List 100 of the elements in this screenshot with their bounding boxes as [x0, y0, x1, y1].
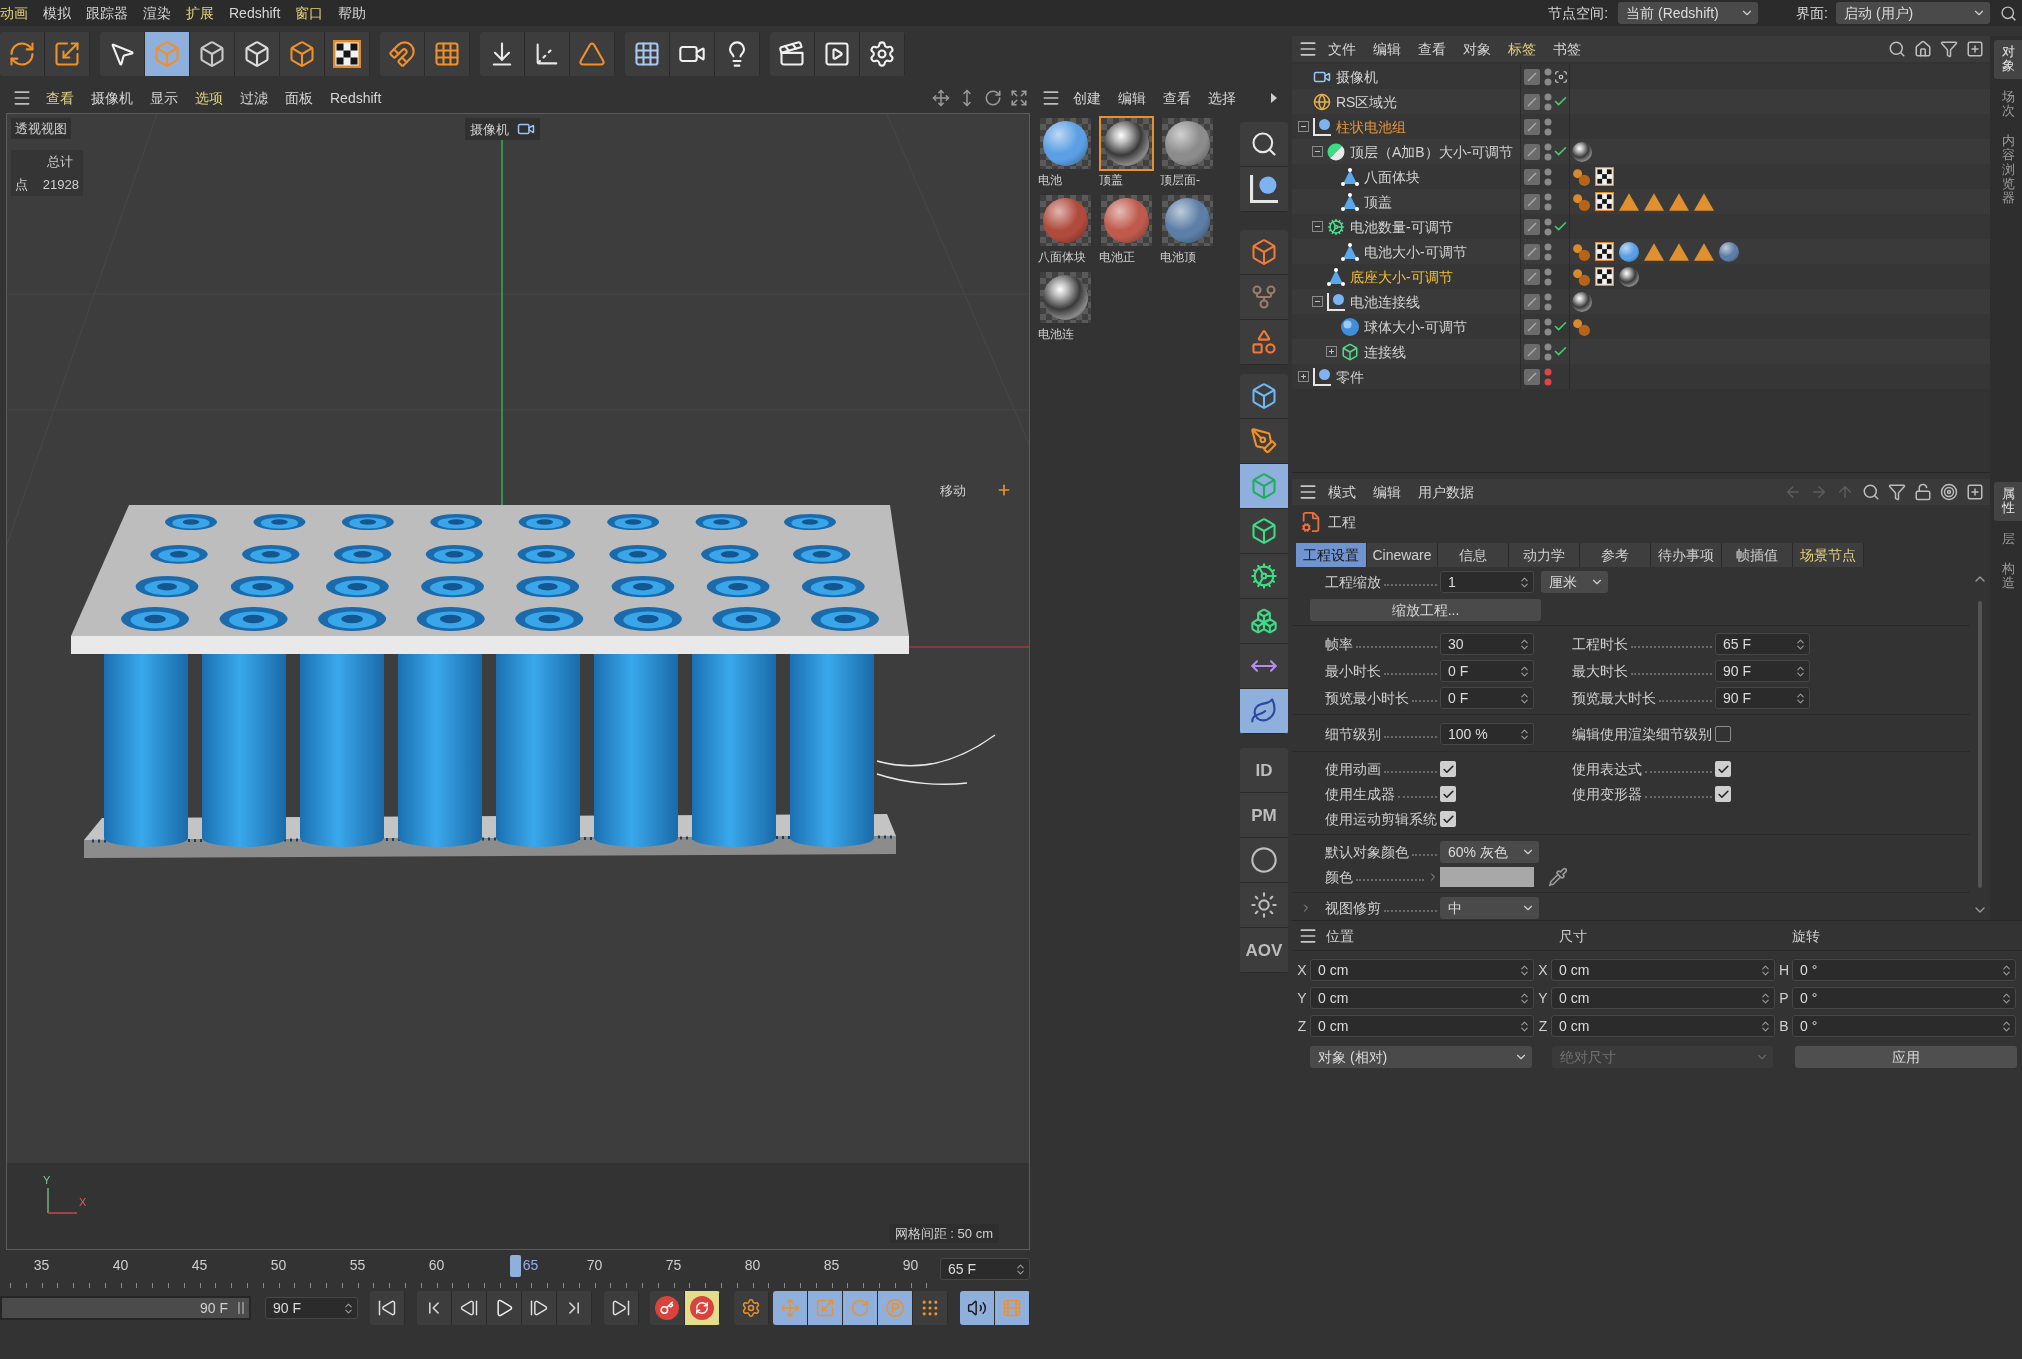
minus-box-icon[interactable] — [1312, 296, 1323, 307]
tool-button[interactable] — [815, 32, 860, 76]
tool-button[interactable] — [1240, 374, 1288, 419]
tool-button[interactable] — [1240, 419, 1288, 464]
tool-button[interactable]: ID — [1240, 748, 1288, 793]
tool-button[interactable] — [280, 32, 325, 76]
menu-item[interactable]: 窗口 — [295, 6, 324, 20]
tool-button[interactable] — [808, 1291, 843, 1325]
focus-icon[interactable] — [1554, 69, 1568, 84]
object-name[interactable]: 球体大小-可调节 — [1364, 319, 1467, 334]
number-field[interactable]: 30 — [1440, 633, 1534, 655]
rotate-icon[interactable] — [984, 88, 1002, 107]
menu-item[interactable]: 创建 — [1073, 90, 1101, 105]
menu-item[interactable]: 动画 — [0, 6, 28, 20]
visibility-dots-icon[interactable] — [1544, 167, 1552, 186]
object-row[interactable]: 电池连接线 — [1292, 289, 1990, 314]
menu-item[interactable]: 查看 — [1163, 90, 1191, 105]
number-field[interactable]: 0 cm — [1551, 1015, 1775, 1037]
slashed-square-icon[interactable] — [1524, 293, 1540, 310]
tool-button[interactable] — [45, 32, 90, 76]
number-field[interactable]: 0 cm — [1310, 1015, 1534, 1037]
number-field[interactable]: 0 F — [1440, 660, 1534, 682]
plus-box-icon[interactable] — [1326, 346, 1337, 357]
side-tab[interactable]: 内容浏览器 — [1994, 129, 2022, 211]
tool-button[interactable] — [487, 1291, 522, 1325]
menu-item[interactable]: 显示 — [150, 90, 178, 105]
number-field[interactable]: 0 F — [1440, 687, 1534, 709]
checkbox[interactable] — [1715, 761, 1731, 777]
search-icon[interactable] — [2000, 4, 2017, 22]
spinner-icon[interactable] — [1518, 727, 1531, 741]
tool-button[interactable] — [685, 1291, 720, 1325]
menu-item[interactable]: 文件 — [1328, 42, 1356, 56]
visibility-dots-icon[interactable] — [1544, 367, 1552, 386]
tool-button[interactable] — [100, 32, 145, 76]
object-name[interactable]: 顶盖 — [1364, 194, 1392, 209]
range-fill[interactable]: 90 F — [2, 1298, 249, 1318]
spinner-icon[interactable] — [1794, 691, 1807, 705]
checkbox[interactable] — [1440, 786, 1456, 802]
menu-icon[interactable] — [1298, 39, 1318, 59]
tool-button[interactable] — [913, 1291, 948, 1325]
expand-icon[interactable] — [1010, 88, 1028, 107]
material-name[interactable]: 顶层面- — [1160, 174, 1215, 186]
tool-button[interactable] — [190, 32, 235, 76]
number-field[interactable]: 90 F — [265, 1297, 358, 1319]
slashed-square-icon[interactable] — [1524, 143, 1540, 160]
plus-square-icon[interactable] — [1966, 40, 1984, 58]
slashed-square-icon[interactable] — [1524, 368, 1540, 385]
scale-project-button[interactable]: 缩放工程... — [1310, 599, 1541, 621]
menu-item[interactable]: 标签 — [1508, 42, 1536, 56]
slashed-square-icon[interactable] — [1524, 118, 1540, 135]
visibility-dots-icon[interactable] — [1544, 117, 1552, 136]
tool-button[interactable] — [670, 32, 715, 76]
tool-button[interactable] — [604, 1291, 639, 1325]
object-row[interactable]: 顶层（A加B）大小-可调节 — [1292, 139, 1990, 164]
object-row[interactable]: RS区域光 — [1292, 89, 1990, 114]
side-tab[interactable]: 对象 — [1994, 40, 2022, 79]
tool-button[interactable] — [0, 32, 45, 76]
slashed-square-icon[interactable] — [1524, 218, 1540, 235]
tool-button[interactable] — [1240, 554, 1288, 599]
number-field[interactable]: 65 F — [1715, 633, 1810, 655]
menu-item[interactable]: 摄像机 — [91, 90, 133, 105]
menu-item[interactable]: Redshift — [330, 90, 382, 105]
menu-item[interactable]: 模式 — [1328, 485, 1356, 499]
menu-item[interactable]: 对象 — [1463, 42, 1491, 56]
spinner-icon[interactable] — [1759, 991, 1772, 1005]
spinner-icon[interactable] — [1759, 1019, 1772, 1033]
search-icon[interactable] — [1888, 40, 1906, 58]
search-icon[interactable] — [1862, 483, 1880, 501]
tool-button[interactable] — [1240, 509, 1288, 554]
tab[interactable]: 工程设置 — [1296, 543, 1367, 567]
slashed-square-icon[interactable] — [1524, 93, 1540, 110]
spinner-icon[interactable] — [1518, 575, 1531, 589]
spinner-icon[interactable] — [1518, 991, 1531, 1005]
target-icon[interactable] — [1940, 483, 1958, 501]
number-field[interactable]: 0 cm — [1551, 987, 1775, 1009]
minus-box-icon[interactable] — [1312, 146, 1323, 157]
playhead-marker[interactable] — [510, 1255, 521, 1277]
checkbox[interactable] — [1715, 786, 1731, 802]
tool-button[interactable] — [452, 1291, 487, 1325]
tool-button[interactable] — [1240, 599, 1288, 644]
slashed-square-icon[interactable] — [1524, 343, 1540, 360]
tool-button[interactable] — [995, 1291, 1030, 1325]
object-name[interactable]: 八面体块 — [1364, 169, 1420, 184]
slashed-square-icon[interactable] — [1524, 243, 1540, 260]
tab[interactable]: 帧插值 — [1722, 543, 1793, 567]
checkbox[interactable] — [1440, 811, 1456, 827]
side-tab[interactable]: 场次 — [1994, 84, 2022, 124]
tab[interactable]: 信息 — [1438, 543, 1509, 567]
tool-button[interactable] — [145, 32, 190, 76]
menu-item[interactable]: 书签 — [1553, 42, 1581, 56]
tool-button[interactable] — [525, 32, 570, 76]
spinner-icon[interactable] — [2000, 963, 2013, 977]
tab[interactable]: 场景节点 — [1793, 543, 1864, 567]
spinner-icon[interactable] — [2000, 1019, 2013, 1033]
object-name[interactable]: 摄像机 — [1336, 69, 1378, 84]
visibility-dots-icon[interactable] — [1544, 242, 1552, 261]
spinner-icon[interactable] — [1518, 1019, 1531, 1033]
slashed-square-icon[interactable] — [1524, 168, 1540, 185]
tool-button[interactable] — [522, 1291, 557, 1325]
menu-item[interactable]: 跟踪器 — [86, 6, 128, 20]
